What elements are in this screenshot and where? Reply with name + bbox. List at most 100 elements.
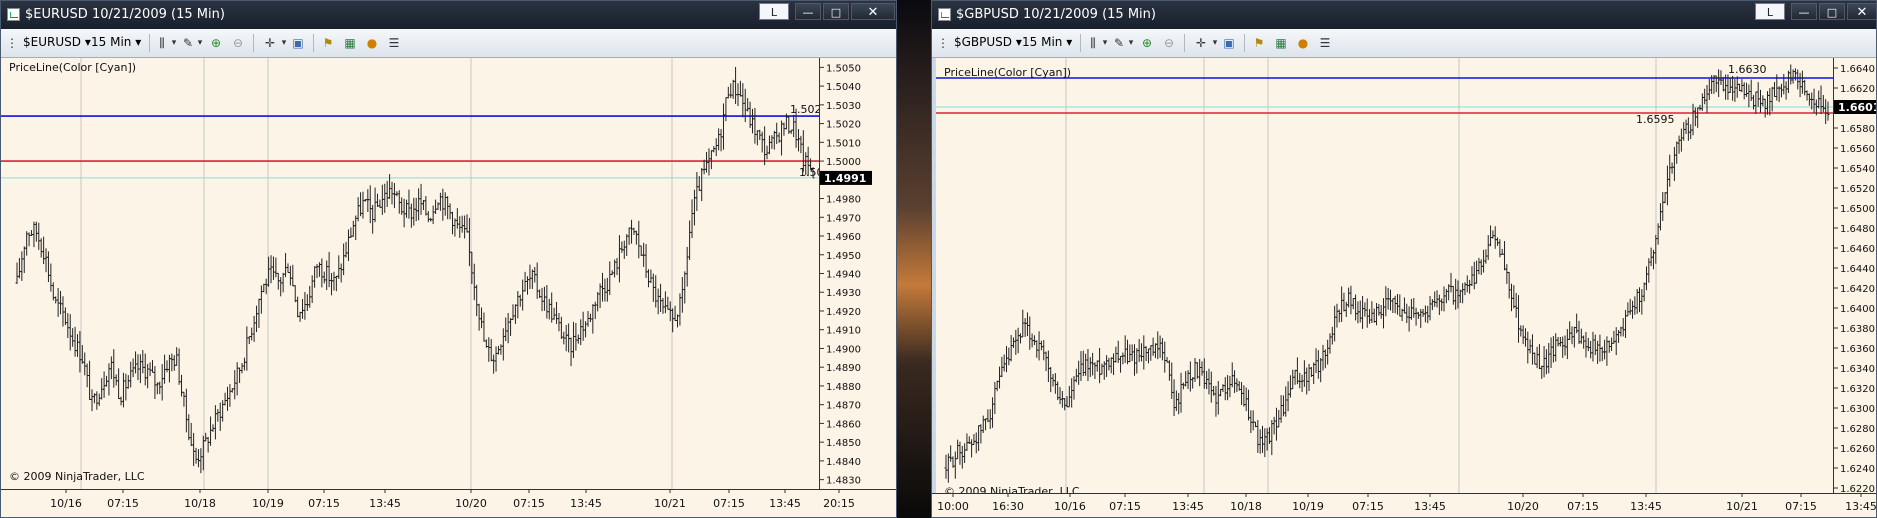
toolbar-divider — [1080, 34, 1081, 52]
time-tick-label: 13:45 — [1630, 500, 1662, 513]
chevron-down-icon[interactable]: ▾ — [1098, 36, 1112, 50]
minimize-button[interactable]: — — [795, 3, 821, 20]
price-tick-label: 1.4880 — [826, 382, 861, 393]
window-title: $EURUSD 10/21/2009 (15 Min) — [25, 7, 225, 22]
instrument-selector[interactable]: $GBPUSD ▾ — [954, 35, 1022, 49]
chart-trader-icon[interactable]: ● — [1296, 36, 1310, 50]
price-tick-label: 1.5040 — [826, 82, 861, 93]
layout-button[interactable]: L — [1755, 3, 1785, 20]
zoom-in-icon[interactable]: ⊕ — [1140, 36, 1154, 50]
crosshair-icon[interactable]: ✛ — [1194, 36, 1208, 50]
time-axis[interactable]: 10/16 07:15 10/18 10/19 07:15 13:45 10/20 07:15… — [1, 489, 896, 517]
chevron-down-icon[interactable]: ▾ — [167, 36, 181, 50]
chevron-down-icon[interactable]: ▾ — [1124, 36, 1138, 50]
price-tick-label: 1.6220 — [1840, 484, 1875, 493]
toolbar-divider — [313, 34, 314, 52]
time-tick-label: 10/16 — [1054, 500, 1086, 513]
price-tick-label: 1.6380 — [1840, 324, 1875, 335]
strategies-icon[interactable]: ▦ — [1274, 36, 1288, 50]
time-tick-label: 13:45 — [1172, 500, 1204, 513]
close-button[interactable]: ✕ — [851, 3, 895, 20]
price-tick-label: 1.6560 — [1840, 144, 1875, 155]
properties-icon[interactable]: ☰ — [387, 36, 401, 50]
price-line-value-label: 1.5024 — [790, 103, 819, 116]
price-line-value-label: 1.6595 — [1636, 113, 1675, 126]
indicators-icon[interactable]: ⚑ — [1252, 36, 1266, 50]
chevron-down-icon[interactable]: ▾ — [193, 36, 207, 50]
price-chart[interactable]: 1.5024 1.5000 PriceLine(Color [Cyan]) © 2… — [1, 58, 838, 489]
price-tick-label: 1.6320 — [1840, 384, 1875, 395]
title-bar[interactable]: $EURUSD 10/21/2009 (15 Min) L — □ ✕ — [1, 1, 896, 29]
price-tick-label: 1.6520 — [1840, 184, 1875, 195]
price-tick-label: 1.5030 — [826, 101, 861, 112]
price-tick-label: 1.5050 — [826, 63, 861, 74]
time-tick-label: 07:15 — [1567, 500, 1599, 513]
chevron-down-icon: ▾ — [1015, 35, 1022, 49]
price-tick-label: 1.4840 — [826, 457, 861, 468]
grip-icon: ⋮ — [6, 36, 18, 50]
copyright-text: © 2009 NinjaTrader, LLC — [9, 470, 145, 483]
window-title: $GBPUSD 10/21/2009 (15 Min) — [956, 7, 1156, 22]
price-tick-label: 1.6280 — [1840, 424, 1875, 435]
price-tick-label: 1.6580 — [1840, 124, 1875, 135]
price-tick-label: 1.4940 — [826, 270, 861, 281]
time-tick-label: 10/18 — [184, 497, 216, 510]
time-tick-label: 10/21 — [654, 497, 686, 510]
indicators-icon[interactable]: ⚑ — [321, 36, 335, 50]
price-tick-label: 1.6460 — [1840, 244, 1875, 255]
period-selector[interactable]: 15 Min ▾ — [1022, 35, 1072, 49]
time-tick-label: 13:45 — [769, 497, 801, 510]
time-tick-label: 07:15 — [1109, 500, 1141, 513]
price-tick-label: 1.4850 — [826, 438, 861, 449]
chevron-down-icon: ▾ — [84, 35, 91, 49]
chart-toolbar: ⋮ $EURUSD ▾ 15 Min ▾ ⫼ ▾ ✎ ▾ ⊕ ⊖ ✛ ▾ ▣ ⚑… — [1, 29, 896, 58]
period-label: 15 Min — [91, 35, 132, 49]
price-tick-label: 1.4920 — [826, 307, 861, 318]
maximize-button[interactable]: □ — [823, 3, 849, 20]
chevron-down-icon[interactable]: ▾ — [277, 36, 291, 50]
time-tick-label: 07:15 — [107, 497, 139, 510]
minimize-button[interactable]: — — [1791, 3, 1817, 20]
chart-trader-icon[interactable]: ● — [365, 36, 379, 50]
desktop-background — [895, 0, 931, 518]
toolbar-divider — [253, 34, 254, 52]
price-tick-label: 1.4900 — [826, 344, 861, 355]
zoom-in-icon[interactable]: ⊕ — [209, 36, 223, 50]
time-tick-label: 10/16 — [50, 497, 82, 510]
price-tick-label: 1.4960 — [826, 232, 861, 243]
chart-plot[interactable]: 1.5024 1.5000 — [1, 58, 838, 489]
time-tick-label: 13:45 — [1414, 500, 1446, 513]
price-tick-label: 1.5010 — [826, 138, 861, 149]
chart-window-eurusd[interactable]: $EURUSD 10/21/2009 (15 Min) L — □ ✕ ⋮ $E… — [0, 0, 897, 518]
price-bars — [15, 66, 815, 474]
price-axis[interactable]: 1.5050 1.5040 1.5030 1.5020 1.5010 1.5000 1.49… — [819, 58, 896, 489]
chart-window-gbpusd[interactable]: $GBPUSD 10/21/2009 (15 Min) L — □ ✕ ⋮ $G… — [931, 0, 1877, 518]
period-label: 15 Min — [1022, 35, 1063, 49]
price-tick-label: 1.4910 — [826, 326, 861, 337]
zoom-out-icon[interactable]: ⊖ — [231, 36, 245, 50]
strategies-icon[interactable]: ▦ — [343, 36, 357, 50]
price-axis[interactable]: 1.66401.66201.66001.65801.65601.65401.65… — [1833, 58, 1876, 495]
price-tick-label: 1.6400 — [1840, 304, 1875, 315]
layout-button[interactable]: L — [759, 3, 789, 20]
data-box-icon[interactable]: ▣ — [291, 36, 305, 50]
crosshair-icon[interactable]: ✛ — [263, 36, 277, 50]
zoom-out-icon[interactable]: ⊖ — [1162, 36, 1176, 50]
chart-plot[interactable]: 1.6630 1.6595 — [936, 58, 1833, 493]
period-selector[interactable]: 15 Min ▾ — [91, 35, 141, 49]
toolbar-divider — [149, 34, 150, 52]
instrument-selector[interactable]: $EURUSD ▾ — [23, 35, 91, 49]
price-chart[interactable]: 1.6630 1.6595 PriceLine(Color [Cyan]) © 2… — [936, 58, 1833, 498]
price-tick-label: 1.4860 — [826, 419, 861, 430]
time-tick-label: 07:15 — [513, 497, 545, 510]
instrument-label: $GBPUSD — [954, 35, 1013, 49]
properties-icon[interactable]: ☰ — [1318, 36, 1332, 50]
data-box-icon[interactable]: ▣ — [1222, 36, 1236, 50]
chevron-down-icon[interactable]: ▾ — [1208, 36, 1222, 50]
title-bar[interactable]: $GBPUSD 10/21/2009 (15 Min) L — □ ✕ — [932, 1, 1876, 29]
time-axis[interactable]: 10:00 16:30 10/16 07:15 13:45 10/18 10/19 07:15… — [932, 493, 1876, 517]
chevron-down-icon: ▾ — [135, 35, 142, 49]
close-button[interactable]: ✕ — [1847, 3, 1876, 20]
toolbar-divider — [1244, 34, 1245, 52]
maximize-button[interactable]: □ — [1819, 3, 1845, 20]
